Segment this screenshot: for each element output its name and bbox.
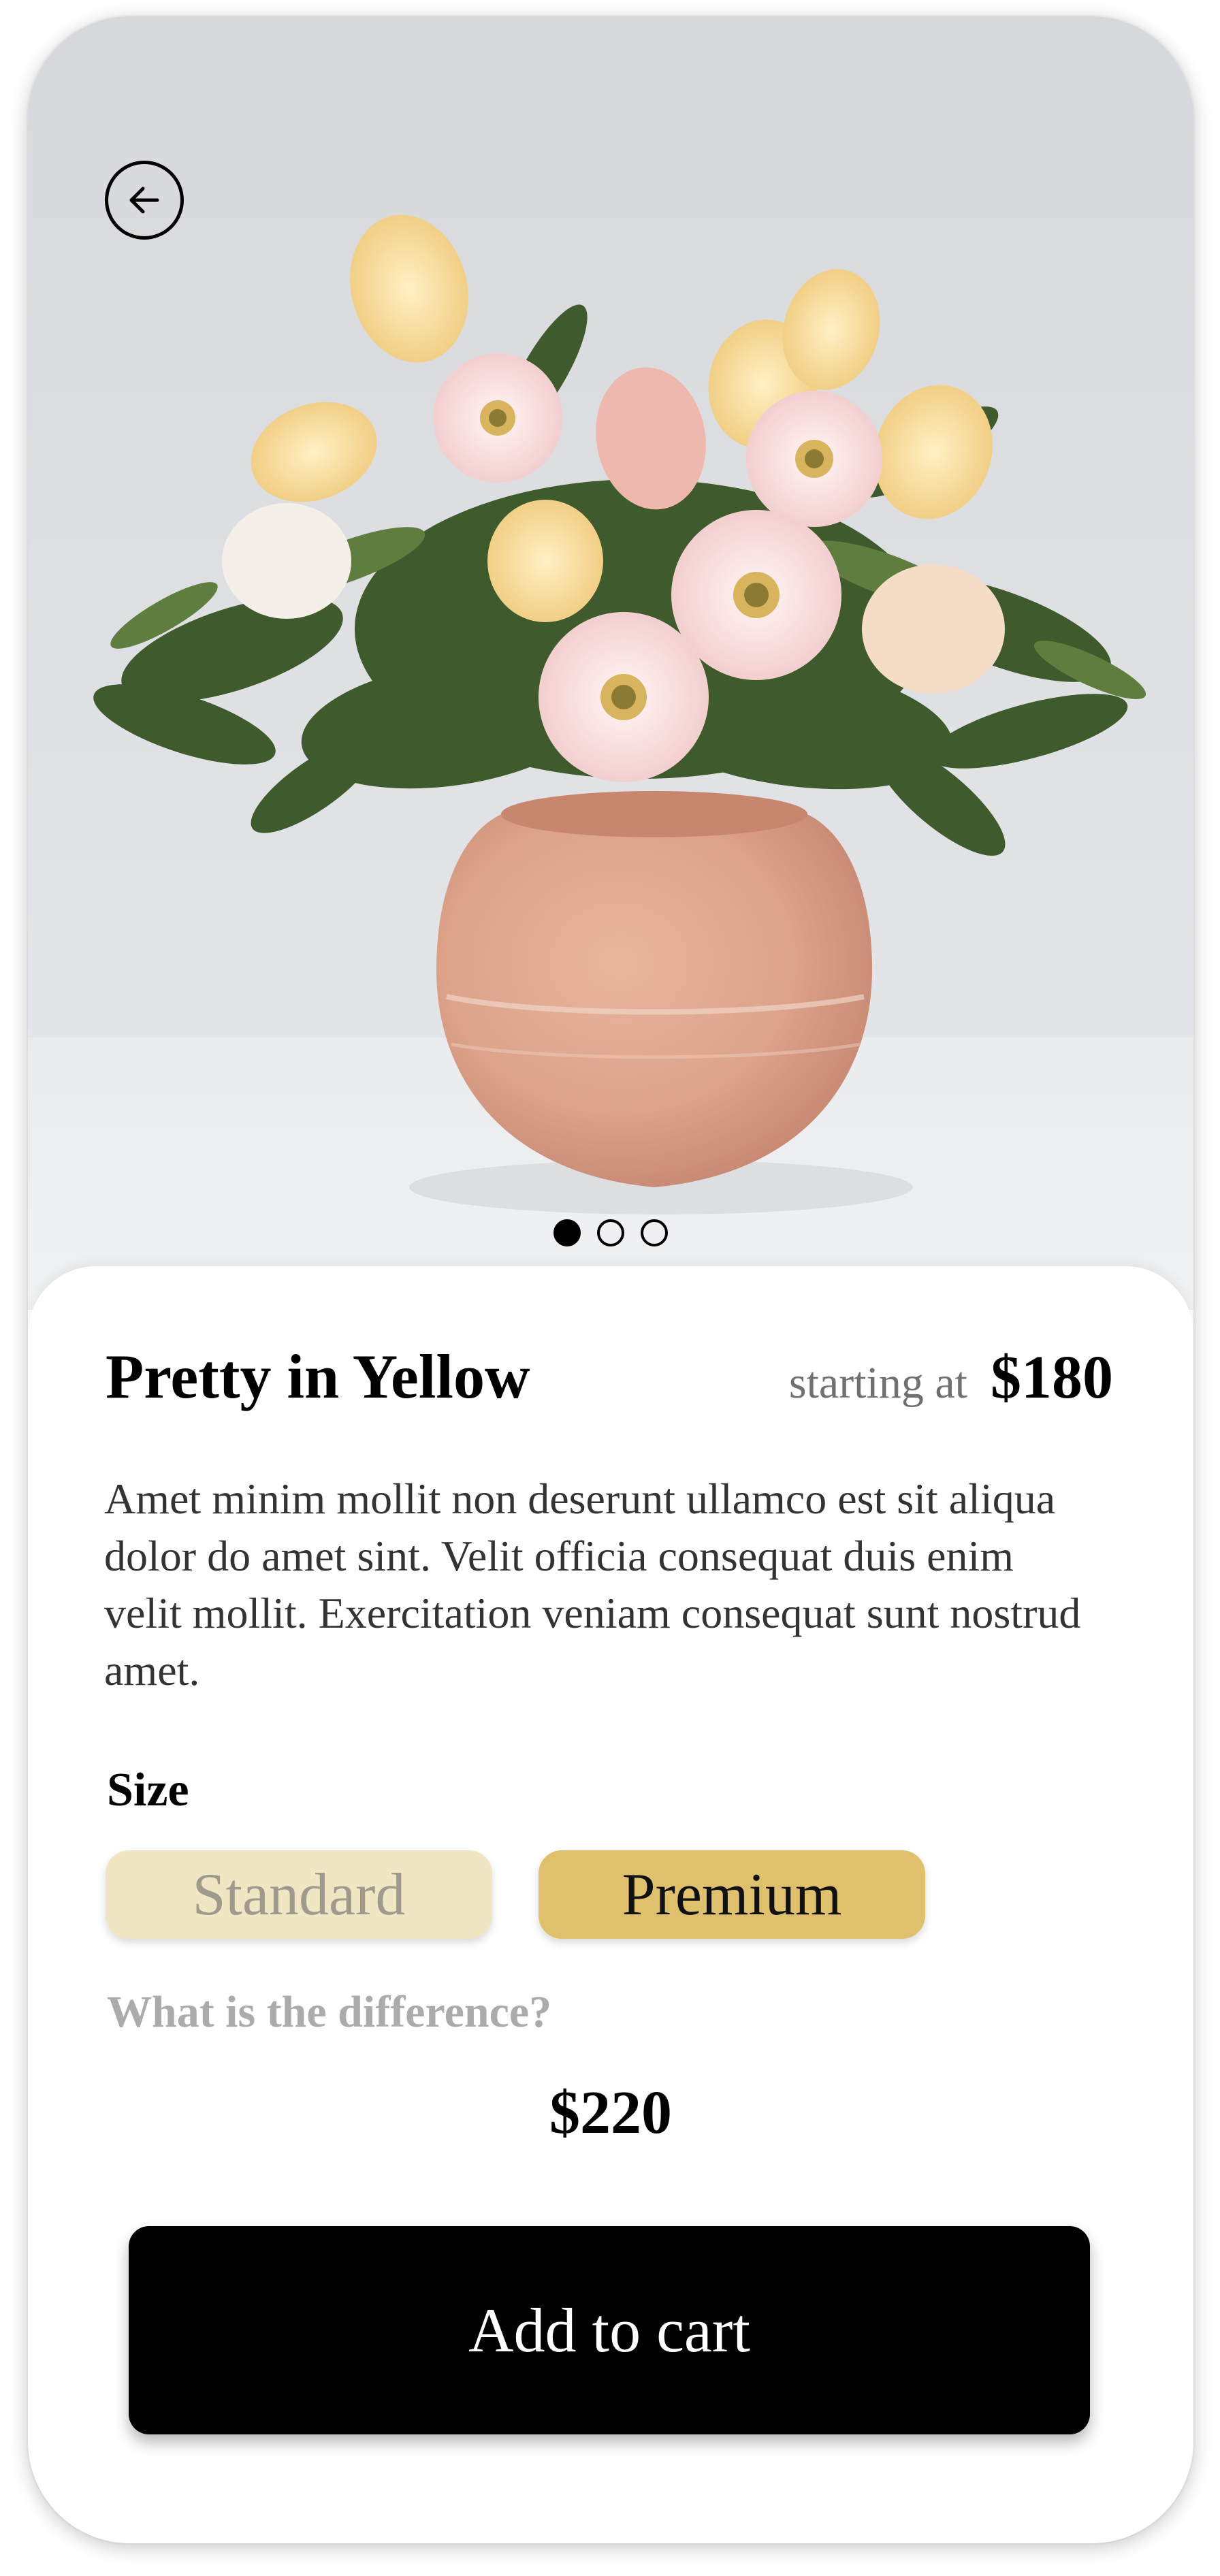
starting-at-label: starting at [788,1358,967,1408]
size-label: Size [107,1764,189,1816]
base-price: $180 [991,1344,1113,1411]
carousel-dot-3[interactable] [641,1219,668,1246]
product-detail-screen: Pretty in Yellow starting at $180 Amet m… [28,16,1193,2543]
add-to-cart-button[interactable]: Add to cart [129,2226,1090,2434]
arrow-left-icon [129,187,159,214]
product-photo [28,16,1193,1310]
product-description: Amet minim mollit non deserunt ullamco e… [104,1475,1081,1694]
carousel-dot-2[interactable] [597,1219,624,1246]
price-row: starting at $180 [789,1342,1113,1413]
size-option-premium[interactable]: Premium [539,1850,925,1939]
product-title: Pretty in Yellow [106,1342,530,1411]
back-button[interactable] [105,161,184,240]
carousel-pagination [28,1219,1193,1246]
product-image-carousel[interactable] [28,16,1193,1310]
size-difference-link[interactable]: What is the difference? [107,1986,551,2038]
selected-price: $220 [549,2079,672,2146]
product-info-sheet: Pretty in Yellow starting at $180 Amet m… [28,1266,1193,2543]
size-option-standard[interactable]: Standard [106,1850,492,1939]
carousel-dot-1[interactable] [553,1219,581,1246]
